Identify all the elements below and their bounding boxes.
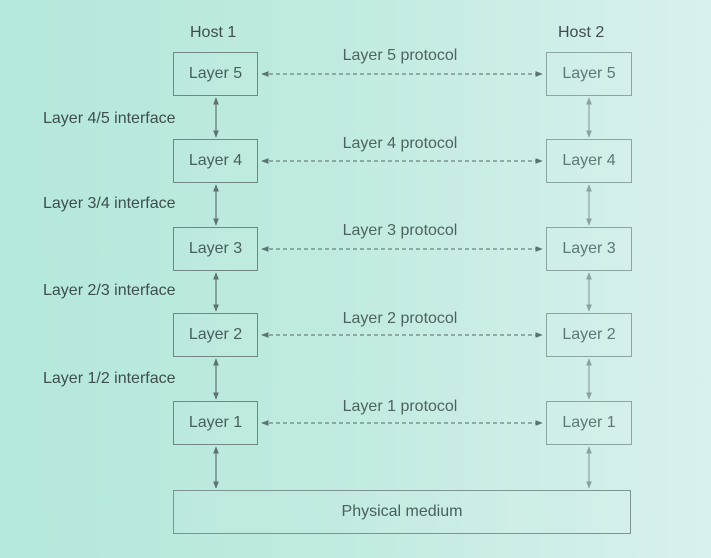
host2-layer3-box: Layer 3 [546,227,632,271]
host1-layer3-box: Layer 3 [173,227,258,271]
layer3-protocol-label: Layer 3 protocol [342,222,458,239]
interface-4-5-label: Layer 4/5 interface [43,110,176,127]
interface-3-4-label: Layer 3/4 interface [43,195,176,212]
layer4-protocol-label: Layer 4 protocol [342,135,458,152]
layer1-protocol-label: Layer 1 protocol [342,398,458,415]
layer5-protocol-label: Layer 5 protocol [342,47,458,64]
interface-1-2-label: Layer 1/2 interface [43,370,176,387]
host1-layer4-box: Layer 4 [173,139,258,183]
host1-layer1-box: Layer 1 [173,401,258,445]
interface-2-3-label: Layer 2/3 interface [43,282,176,299]
host2-layer5-box: Layer 5 [546,52,632,96]
host1-layer2-box: Layer 2 [173,313,258,357]
host2-layer2-box: Layer 2 [546,313,632,357]
host1-layer5-box: Layer 5 [173,52,258,96]
physical-medium-box: Physical medium [173,490,631,534]
layer2-protocol-label: Layer 2 protocol [342,310,458,327]
host2-layer4-box: Layer 4 [546,139,632,183]
host2-layer1-box: Layer 1 [546,401,632,445]
